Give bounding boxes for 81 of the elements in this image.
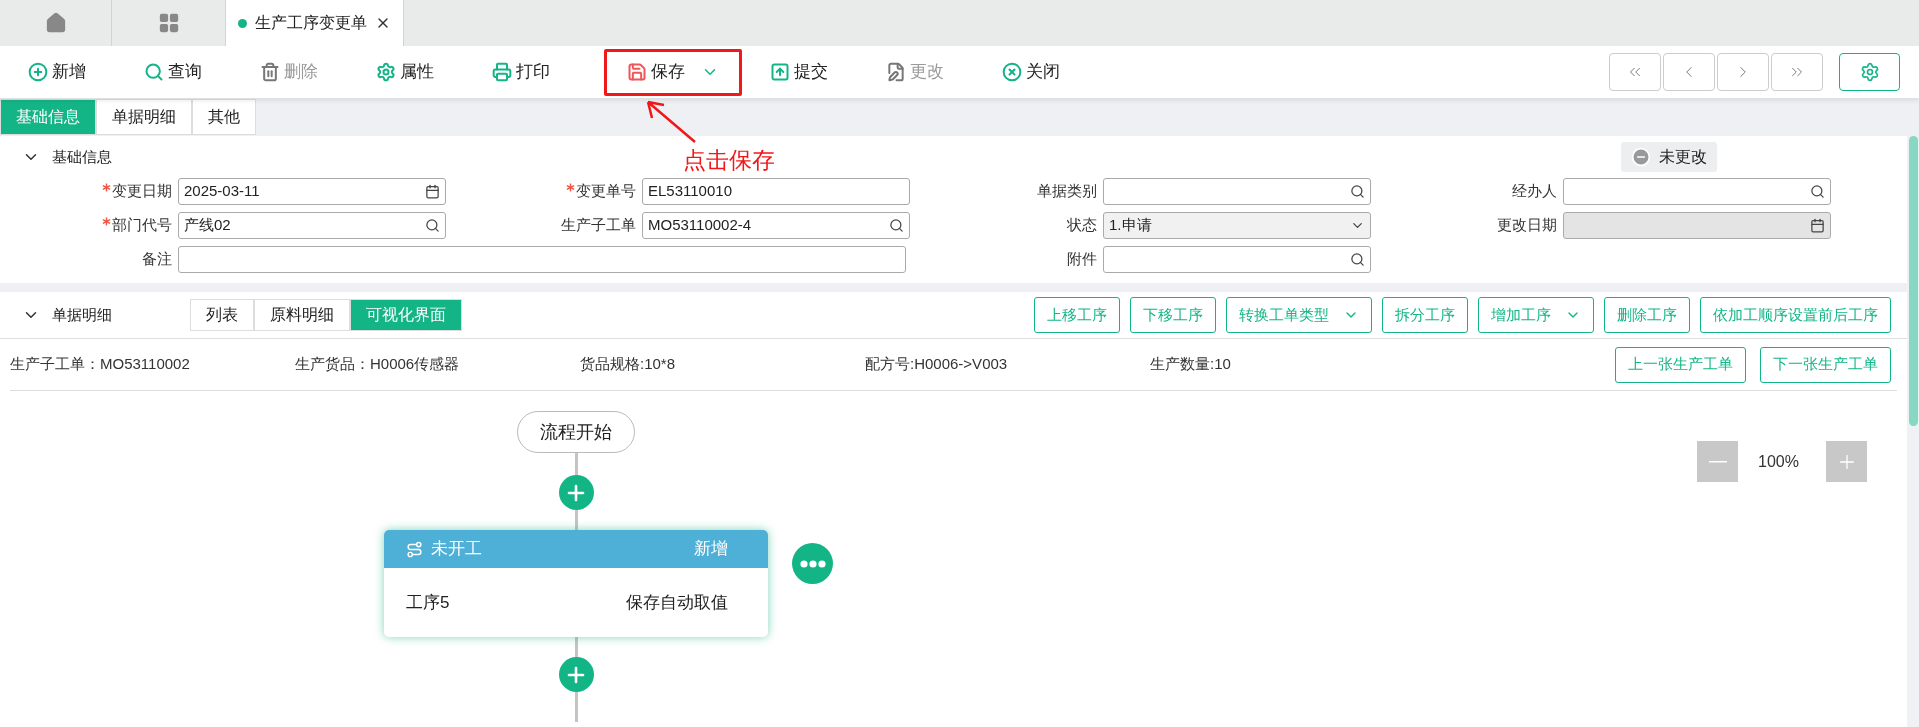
toolbar-icon — [376, 62, 396, 82]
input-field[interactable]: 产线02 — [178, 212, 446, 239]
field-label: 备注 — [141, 249, 173, 270]
document-tab[interactable]: 生产工序变更单 — [226, 0, 404, 46]
grid-icon — [157, 12, 180, 34]
input-field[interactable]: EL53110010 — [642, 178, 910, 205]
field-label: 更改日期 — [1496, 215, 1558, 236]
tab-title: 生产工序变更单 — [255, 13, 367, 33]
annotation-text: 点击保存 — [683, 146, 775, 175]
minus-circle-icon — [1631, 147, 1651, 167]
field-label: 生产子工单 — [560, 215, 637, 236]
toolbar-icon — [1002, 62, 1022, 82]
scrollbar-thumb[interactable] — [1908, 136, 1918, 426]
input-field[interactable] — [1103, 178, 1371, 205]
unchanged-status-badge: 未更改 — [1621, 142, 1717, 172]
zoom-in-button[interactable] — [1826, 441, 1867, 482]
toolbar-icon — [492, 62, 512, 82]
first-page-button[interactable] — [1609, 53, 1661, 91]
toolbar-button[interactable]: 保存 — [604, 48, 742, 96]
view-tab[interactable]: 原料明细 — [254, 299, 350, 331]
input-field[interactable]: 2025-03-11 — [178, 178, 446, 205]
process-step-card[interactable]: 未开工 新增 工序5 保存自动取值 — [384, 530, 768, 637]
page-tab[interactable]: 其他 — [192, 99, 256, 135]
next-button[interactable] — [1717, 53, 1769, 91]
minus-icon — [1708, 460, 1727, 463]
previous-button[interactable] — [1663, 53, 1715, 91]
more-dots-icon — [799, 559, 826, 568]
toolbar-button[interactable]: 提交 — [766, 48, 858, 96]
input-field[interactable] — [1103, 246, 1371, 273]
field-label: 变更单号 — [464, 180, 642, 203]
add-step-button[interactable] — [558, 475, 594, 510]
order-info-text: 配方号:H0006->V003 — [865, 354, 1009, 375]
field-label: 变更日期 — [0, 180, 178, 203]
toolbar-icon — [260, 62, 280, 82]
section-title: 基础信息 — [52, 146, 112, 167]
toolbar-button[interactable]: 打印 — [488, 48, 580, 96]
field-label: 状态 — [1066, 215, 1098, 236]
input-field[interactable]: MO53110002-4 — [642, 212, 910, 239]
last-page-button[interactable] — [1771, 53, 1823, 91]
step-status: 未开工 — [431, 538, 482, 561]
zoom-level: 100% — [1758, 451, 1800, 472]
select-field[interactable]: 1.申请 — [1103, 212, 1371, 239]
input-field[interactable] — [1563, 178, 1831, 205]
toolbar-icon — [627, 62, 647, 82]
calendar-icon — [425, 184, 440, 199]
zoom-out-button[interactable] — [1697, 441, 1738, 482]
field-label: 单据类别 — [1036, 181, 1098, 202]
settings-icon — [1859, 62, 1880, 82]
field-label: 部门代号 — [0, 214, 178, 237]
view-tab[interactable]: 列表 — [190, 299, 254, 331]
toolbar-icon — [886, 62, 906, 82]
settings-button[interactable] — [1839, 53, 1900, 91]
field-label: 经办人 — [1511, 181, 1558, 202]
calendar-icon — [1810, 218, 1825, 233]
toolbar-icon — [144, 62, 164, 82]
step-note: 保存自动取值 — [626, 591, 728, 614]
add-step-button[interactable] — [558, 657, 594, 692]
step-tag: 新增 — [694, 536, 728, 562]
order-info-text: 生产数量:10 — [1150, 354, 1232, 375]
search-icon — [1350, 252, 1365, 267]
order-info-text: 生产货品：H0006传感器 — [295, 354, 461, 375]
toolbar-icon — [28, 62, 48, 82]
more-button[interactable] — [792, 543, 833, 584]
search-icon — [425, 218, 440, 233]
toolbar-button[interactable]: 关闭 — [998, 48, 1090, 96]
search-icon — [1810, 184, 1825, 199]
page-tab[interactable]: 单据明细 — [96, 99, 192, 135]
toolbar-button[interactable]: 查询 — [140, 48, 232, 96]
route-icon — [406, 540, 423, 558]
search-icon — [889, 218, 904, 233]
toolbar-button[interactable]: 新增 — [24, 48, 116, 96]
search-icon — [1350, 184, 1365, 199]
order-info-text: 货品规格:10*8 — [580, 354, 677, 375]
toolbar-button[interactable]: 属性 — [372, 48, 464, 96]
step-name: 工序5 — [406, 591, 450, 614]
field-label: 附件 — [1066, 249, 1098, 270]
input-field[interactable] — [178, 246, 906, 273]
toolbar-icon — [770, 62, 790, 82]
home-icon — [44, 12, 67, 34]
section-title: 单据明细 — [52, 304, 112, 325]
order-info-text: 生产子工单：MO53110002 — [10, 354, 191, 375]
